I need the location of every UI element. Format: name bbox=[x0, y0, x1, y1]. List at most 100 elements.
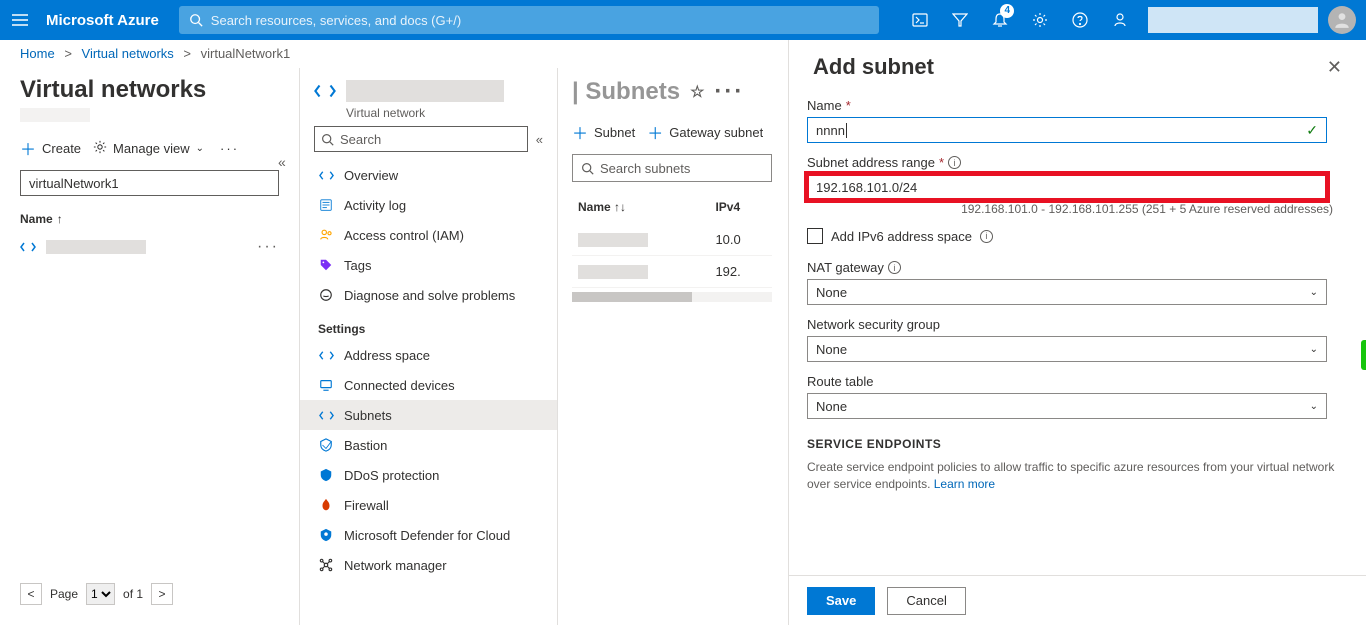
learn-more-link[interactable]: Learn more bbox=[934, 477, 995, 491]
menu-item[interactable]: Connected devices bbox=[300, 370, 557, 400]
vnet-icon bbox=[318, 167, 334, 183]
account-placeholder bbox=[1148, 7, 1318, 33]
row-more-icon[interactable]: ··· bbox=[257, 238, 279, 256]
more-button[interactable]: ··· bbox=[216, 137, 243, 160]
menu-item[interactable]: Diagnose and solve problems bbox=[300, 280, 557, 310]
endpoints-description: Create service endpoint policies to allo… bbox=[807, 459, 1342, 493]
search-icon bbox=[189, 13, 203, 27]
menu-item[interactable]: Subnets bbox=[300, 400, 557, 430]
vnet-icon bbox=[314, 80, 336, 102]
help-icon[interactable] bbox=[1060, 0, 1100, 40]
vnet-icon bbox=[318, 347, 334, 363]
filter-icon[interactable] bbox=[940, 0, 980, 40]
tag-icon bbox=[318, 257, 334, 273]
subnet-range-input[interactable]: 192.168.101.0/24 bbox=[807, 174, 1327, 200]
menu-item[interactable]: Overview bbox=[300, 160, 557, 190]
info-icon[interactable]: i bbox=[948, 156, 961, 169]
plus-icon: ＋ bbox=[647, 120, 663, 144]
search-subnets-input[interactable]: Search subnets bbox=[572, 154, 772, 182]
chevron-down-icon: ⌄ bbox=[1310, 344, 1318, 355]
menu-item[interactable]: Network manager bbox=[300, 550, 557, 580]
subnet-row[interactable]: 192. bbox=[572, 256, 772, 288]
breadcrumb-home[interactable]: Home bbox=[20, 46, 55, 61]
subnet-name-input[interactable]: nnnn ✓ bbox=[807, 117, 1327, 143]
chevron-down-icon: ⌄ bbox=[196, 143, 204, 154]
page-select[interactable]: 1 bbox=[86, 583, 115, 605]
column-header-name[interactable]: Name ↑ bbox=[20, 206, 279, 232]
brand-label[interactable]: Microsoft Azure bbox=[46, 12, 159, 29]
close-icon[interactable]: ✕ bbox=[1327, 57, 1342, 78]
global-search[interactable]: Search resources, services, and docs (G+… bbox=[179, 6, 879, 34]
subnet-name-redacted bbox=[578, 233, 648, 247]
nat-gateway-select[interactable]: None⌄ bbox=[807, 279, 1327, 305]
th-name[interactable]: Name ↑↓ bbox=[572, 190, 709, 224]
info-icon[interactable]: i bbox=[980, 230, 993, 243]
avatar[interactable] bbox=[1328, 6, 1356, 34]
def-icon bbox=[318, 527, 334, 543]
vnet-name-redacted bbox=[46, 240, 146, 254]
endpoints-section-title: SERVICE ENDPOINTS bbox=[807, 437, 1342, 451]
menu-search-input[interactable]: Search bbox=[314, 126, 528, 152]
valid-icon: ✓ bbox=[1306, 122, 1318, 139]
menu-item[interactable]: Firewall bbox=[300, 490, 557, 520]
pager: < Page 1 of 1 > bbox=[20, 573, 279, 625]
bastion-icon bbox=[318, 437, 334, 453]
nsg-select[interactable]: None⌄ bbox=[807, 336, 1327, 362]
menu-item[interactable]: Tags bbox=[300, 250, 557, 280]
collapse-icon[interactable]: « bbox=[536, 132, 543, 147]
hamburger-icon[interactable] bbox=[10, 10, 30, 30]
create-button[interactable]: ＋ Create bbox=[20, 136, 81, 160]
notifications-icon[interactable]: 4 bbox=[980, 0, 1020, 40]
prev-page-button[interactable]: < bbox=[20, 583, 42, 605]
collapse-icon[interactable]: « bbox=[278, 154, 286, 170]
subnet-row[interactable]: 10.0 bbox=[572, 224, 772, 256]
feedback-icon[interactable] bbox=[1100, 0, 1140, 40]
heading-suffix: | Subnets bbox=[572, 78, 680, 106]
horizontal-scrollbar[interactable] bbox=[572, 292, 772, 302]
menu-section-settings: Settings bbox=[300, 310, 557, 340]
next-page-button[interactable]: > bbox=[151, 583, 173, 605]
menu-item[interactable]: Bastion bbox=[300, 430, 557, 460]
route-table-select[interactable]: None⌄ bbox=[807, 393, 1327, 419]
dev-icon bbox=[318, 377, 334, 393]
info-icon[interactable]: i bbox=[888, 261, 901, 274]
nm-icon bbox=[318, 557, 334, 573]
menu-item[interactable]: DDoS protection bbox=[300, 460, 557, 490]
scope-redacted bbox=[20, 108, 90, 122]
vnet-row[interactable]: ··· bbox=[20, 232, 279, 262]
log-icon bbox=[318, 197, 334, 213]
favorite-icon[interactable]: ☆ bbox=[690, 82, 704, 102]
filter-input[interactable]: virtualNetwork1 bbox=[20, 170, 279, 196]
subnet-name-redacted bbox=[578, 265, 648, 279]
search-icon bbox=[581, 162, 594, 175]
chevron-down-icon: ⌄ bbox=[1310, 287, 1318, 298]
cancel-button[interactable]: Cancel bbox=[887, 587, 965, 615]
ddos-icon bbox=[318, 467, 334, 483]
add-gateway-subnet-button[interactable]: ＋ Gateway subnet bbox=[647, 120, 763, 144]
manage-view-button[interactable]: Manage view ⌄ bbox=[93, 140, 204, 157]
vnets-list-pane: Virtual networks « ＋ Create Manage view … bbox=[0, 68, 300, 625]
add-subnet-button[interactable]: ＋ Subnet bbox=[572, 120, 635, 144]
menu-item[interactable]: Address space bbox=[300, 340, 557, 370]
more-icon[interactable]: ··· bbox=[714, 78, 744, 106]
menu-item[interactable]: Access control (IAM) bbox=[300, 220, 557, 250]
plus-icon: ＋ bbox=[572, 120, 588, 144]
add-subnet-flyout: Add subnet ✕ Name* nnnn ✓ Subnet address… bbox=[788, 40, 1366, 625]
menu-item[interactable]: Activity log bbox=[300, 190, 557, 220]
resource-name-redacted bbox=[346, 80, 504, 102]
save-button[interactable]: Save bbox=[807, 587, 875, 615]
subnets-main-pane: | Subnets ☆ ··· ＋ Subnet ＋ Gateway subne… bbox=[558, 68, 778, 625]
settings-icon[interactable] bbox=[1020, 0, 1060, 40]
th-ipv4[interactable]: IPv4 bbox=[709, 190, 772, 224]
diag-icon bbox=[318, 287, 334, 303]
checkbox-box bbox=[807, 228, 823, 244]
breadcrumb-vnets[interactable]: Virtual networks bbox=[82, 46, 174, 61]
cloud-shell-icon[interactable] bbox=[900, 0, 940, 40]
azure-top-bar: Microsoft Azure Search resources, servic… bbox=[0, 0, 1366, 40]
ipv6-checkbox[interactable]: Add IPv6 address space i bbox=[807, 228, 1342, 244]
menu-item[interactable]: Microsoft Defender for Cloud bbox=[300, 520, 557, 550]
range-helper: 192.168.101.0 - 192.168.101.255 (251 + 5… bbox=[813, 202, 1333, 216]
iam-icon bbox=[318, 227, 334, 243]
sort-asc-icon: ↑ bbox=[57, 212, 63, 226]
global-search-placeholder: Search resources, services, and docs (G+… bbox=[211, 13, 461, 28]
